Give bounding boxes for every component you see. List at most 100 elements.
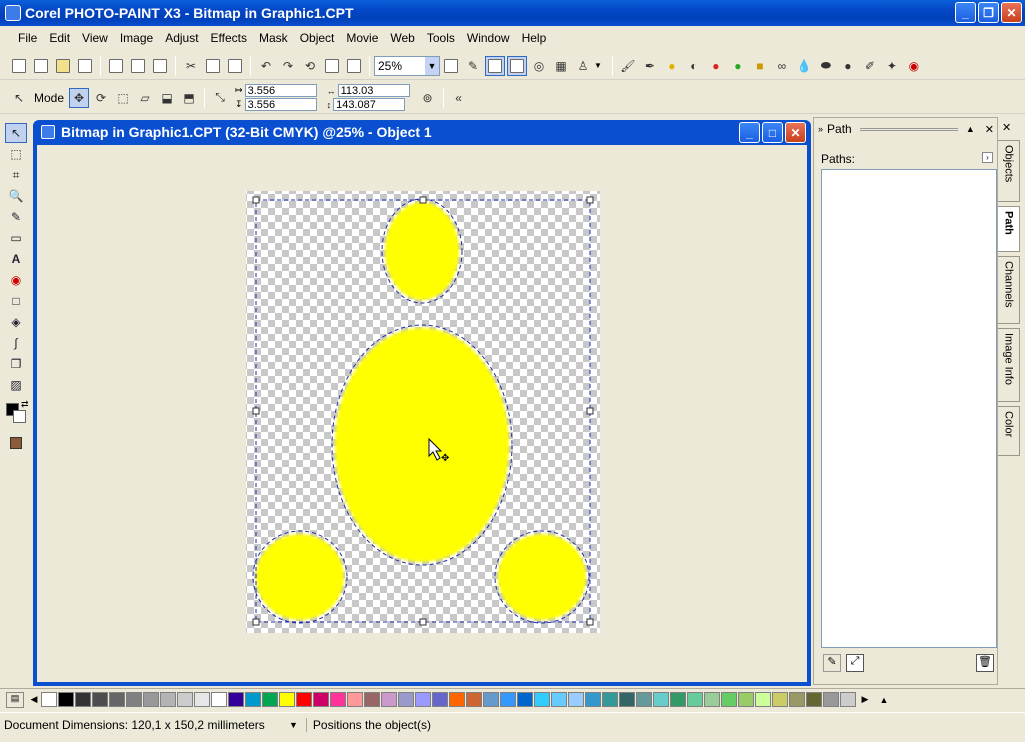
palette-expand-icon[interactable]: ▲ bbox=[877, 695, 891, 705]
docker-collapse-icon[interactable]: » bbox=[818, 124, 823, 134]
palette-swatch[interactable] bbox=[126, 692, 142, 707]
docker-grip[interactable] bbox=[859, 127, 958, 131]
lightbulb-icon[interactable]: ● bbox=[662, 56, 682, 76]
effect-brush-icon[interactable]: ✒ bbox=[640, 56, 660, 76]
palette-options-icon[interactable]: ▤ bbox=[6, 691, 24, 708]
palette-swatch[interactable] bbox=[500, 692, 516, 707]
rotate-mode-icon[interactable]: ⟳ bbox=[91, 88, 111, 108]
palette-swatch[interactable] bbox=[432, 692, 448, 707]
palette-swatch[interactable] bbox=[58, 692, 74, 707]
trash-icon[interactable]: 🗑 bbox=[976, 654, 994, 672]
red-eye-icon[interactable]: ◉ bbox=[904, 56, 924, 76]
corel-app-icon[interactable] bbox=[5, 5, 21, 21]
menu-file[interactable]: File bbox=[12, 29, 43, 47]
new-path-icon[interactable]: ✎ bbox=[823, 654, 841, 672]
chevron-down-icon[interactable]: ▼ bbox=[594, 61, 602, 70]
tab-image-info[interactable]: Image Info bbox=[998, 328, 1020, 402]
palette-swatch[interactable] bbox=[75, 692, 91, 707]
palette-swatch[interactable] bbox=[466, 692, 482, 707]
tab-channels[interactable]: Channels bbox=[998, 256, 1020, 324]
image-canvas[interactable]: ✥ bbox=[37, 145, 807, 682]
palette-swatch[interactable] bbox=[92, 692, 108, 707]
paths-menu-icon[interactable]: › bbox=[982, 152, 993, 163]
redo-icon[interactable]: ↷ bbox=[278, 56, 298, 76]
paper-color-icon[interactable] bbox=[5, 433, 27, 453]
eraser-tool-icon[interactable]: ▭ bbox=[5, 228, 27, 248]
document-icon[interactable] bbox=[41, 125, 55, 139]
restore-button[interactable]: ❐ bbox=[978, 2, 999, 23]
document-workspace[interactable]: ✥ bbox=[37, 145, 807, 682]
cube-icon[interactable]: ■ bbox=[750, 56, 770, 76]
palette-swatch[interactable] bbox=[245, 692, 261, 707]
palette-swatch[interactable] bbox=[602, 692, 618, 707]
menu-image[interactable]: Image bbox=[114, 29, 159, 47]
distort-mode-icon[interactable]: ⬓ bbox=[157, 88, 177, 108]
menu-edit[interactable]: Edit bbox=[43, 29, 76, 47]
palette-swatch[interactable] bbox=[279, 692, 295, 707]
import-icon[interactable] bbox=[322, 56, 342, 76]
fill-tool-icon[interactable]: ◈ bbox=[5, 312, 27, 332]
docker-close-icon[interactable]: ✕ bbox=[985, 123, 994, 136]
paths-list[interactable] bbox=[821, 169, 997, 648]
perspective-mode-icon[interactable]: ⬒ bbox=[179, 88, 199, 108]
pen-icon[interactable]: ✐ bbox=[860, 56, 880, 76]
lock-ratio-icon[interactable]: ⊚ bbox=[418, 88, 438, 108]
application-launcher-icon[interactable]: ♙ bbox=[573, 56, 593, 76]
glasses-icon[interactable]: ∞ bbox=[772, 56, 792, 76]
palette-swatch[interactable] bbox=[789, 692, 805, 707]
save-icon[interactable] bbox=[75, 56, 95, 76]
palette-swatch[interactable] bbox=[483, 692, 499, 707]
palette-swatch[interactable] bbox=[772, 692, 788, 707]
cut-icon[interactable]: ✂ bbox=[181, 56, 201, 76]
open-icon[interactable] bbox=[53, 56, 73, 76]
palette-swatch[interactable] bbox=[619, 692, 635, 707]
wand-icon[interactable]: ✦ bbox=[882, 56, 902, 76]
palette-swatch[interactable] bbox=[636, 692, 652, 707]
palette-swatch[interactable] bbox=[296, 692, 312, 707]
new-from-clipboard-icon[interactable] bbox=[31, 56, 51, 76]
export-icon[interactable] bbox=[344, 56, 364, 76]
position-y-input[interactable] bbox=[244, 98, 317, 111]
palette-swatch[interactable] bbox=[194, 692, 210, 707]
menu-movie[interactable]: Movie bbox=[340, 29, 384, 47]
palette-swatch[interactable] bbox=[823, 692, 839, 707]
palette-swatch[interactable] bbox=[551, 692, 567, 707]
print-preview-icon[interactable] bbox=[106, 56, 126, 76]
palette-swatch[interactable] bbox=[364, 692, 380, 707]
doc-maximize-button[interactable]: □ bbox=[762, 122, 783, 143]
palette-swatch[interactable] bbox=[330, 692, 346, 707]
palette-swatch[interactable] bbox=[160, 692, 176, 707]
doc-close-button[interactable]: ✕ bbox=[785, 122, 806, 143]
palette-swatch[interactable] bbox=[313, 692, 329, 707]
publish-pdf-icon[interactable] bbox=[150, 56, 170, 76]
palette-swatch[interactable] bbox=[568, 692, 584, 707]
sphere-icon[interactable]: ● bbox=[838, 56, 858, 76]
toggle-pen-icon[interactable]: ✎ bbox=[463, 56, 483, 76]
collapse-icon[interactable]: « bbox=[449, 88, 469, 108]
tab-color[interactable]: Color bbox=[998, 406, 1020, 456]
palette-swatch[interactable] bbox=[755, 692, 771, 707]
menu-window[interactable]: Window bbox=[461, 29, 516, 47]
palette-swatch[interactable] bbox=[687, 692, 703, 707]
paste-icon[interactable] bbox=[225, 56, 245, 76]
path-to-mask-icon[interactable]: ⤢ bbox=[846, 654, 864, 672]
menu-mask[interactable]: Mask bbox=[253, 29, 294, 47]
palette-swatch[interactable] bbox=[517, 692, 533, 707]
eyedropper-tool-icon[interactable]: ✎ bbox=[5, 207, 27, 227]
palette-swatch[interactable] bbox=[228, 692, 244, 707]
full-screen-preview-icon[interactable] bbox=[441, 56, 461, 76]
rectangle-mask-tool-icon[interactable]: ⬚ bbox=[5, 144, 27, 164]
crop-tool-icon[interactable]: ⌗ bbox=[5, 165, 27, 185]
palette-swatch[interactable] bbox=[806, 692, 822, 707]
palette-swatch[interactable] bbox=[398, 692, 414, 707]
scale-mode-icon[interactable]: ⬚ bbox=[113, 88, 133, 108]
drop-icon[interactable]: 💧 bbox=[794, 56, 814, 76]
palette-swatch[interactable] bbox=[143, 692, 159, 707]
palette-swatch[interactable] bbox=[653, 692, 669, 707]
tab-objects[interactable]: Objects bbox=[998, 140, 1020, 202]
color-balance-icon[interactable]: ● bbox=[706, 56, 726, 76]
undo-icon[interactable]: ↶ bbox=[256, 56, 276, 76]
menu-view[interactable]: View bbox=[76, 29, 114, 47]
palette-swatch[interactable] bbox=[415, 692, 431, 707]
show-mask-marquee-icon[interactable] bbox=[507, 55, 527, 76]
